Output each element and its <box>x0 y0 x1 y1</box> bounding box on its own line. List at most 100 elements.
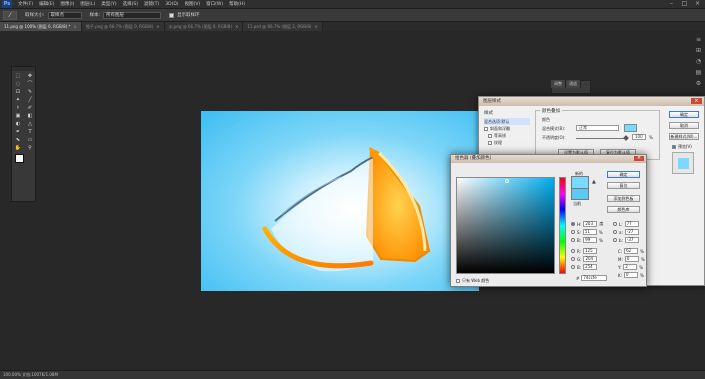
preview-checkbox[interactable] <box>672 145 676 149</box>
brightness-input[interactable]: 99 <box>583 237 598 243</box>
eyedropper-tool-icon[interactable]: ✎ <box>24 88 36 96</box>
brush-tool-icon[interactable]: ╱ <box>24 96 36 104</box>
preview-option[interactable]: 预览(V) <box>672 144 692 150</box>
saturation-radio[interactable] <box>571 230 575 234</box>
overlay-color-swatch[interactable] <box>624 124 637 132</box>
quick-select-tool-icon[interactable]: ⌒ <box>24 80 36 88</box>
zoom-tool-icon[interactable]: ⚲ <box>24 144 36 152</box>
close-icon[interactable]: × <box>691 98 702 104</box>
menu-file[interactable]: 文件(F) <box>18 1 33 7</box>
menu-view[interactable]: 视图(V) <box>185 1 201 7</box>
menu-3d[interactable]: 3D(D) <box>165 2 178 7</box>
layer-style-title[interactable]: 图层样式 <box>479 97 704 106</box>
lab-a-radio[interactable] <box>613 230 617 234</box>
hex-input[interactable]: 7dccfe <box>581 275 608 281</box>
eraser-tool-icon[interactable]: ▣ <box>12 112 24 120</box>
blur-tool-icon[interactable]: ◐ <box>12 120 24 128</box>
color-field[interactable] <box>456 177 555 274</box>
menu-filter[interactable]: 滤镜(T) <box>144 1 159 7</box>
menu-select[interactable]: 选择(S) <box>123 1 138 7</box>
gradient-tool-icon[interactable]: ◧ <box>24 112 36 120</box>
hand-tool-icon[interactable]: ✋ <box>12 144 24 152</box>
opacity-slider-handle[interactable] <box>623 135 629 141</box>
close-icon[interactable]: × <box>314 24 317 29</box>
new-style-button[interactable]: 新建样式(W)... <box>669 133 699 140</box>
color-picker-title[interactable]: 拾色器 (叠加颜色) <box>451 155 646 163</box>
hue-slider[interactable] <box>559 177 566 274</box>
web-colors-only[interactable]: 只有 Web 颜色 <box>456 278 489 284</box>
opacity-slider-track[interactable] <box>576 138 628 139</box>
menu-edit[interactable]: 编辑(E) <box>39 1 54 7</box>
ok-button[interactable]: 确定 <box>669 111 699 118</box>
lasso-tool-icon[interactable]: ◌ <box>12 80 24 88</box>
menu-help[interactable]: 帮助(H) <box>229 1 245 7</box>
close-icon[interactable]: × <box>156 24 159 29</box>
marquee-tool-icon[interactable]: ⬚ <box>12 72 24 80</box>
hue-radio[interactable] <box>571 222 575 226</box>
blue-radio[interactable] <box>571 265 575 269</box>
tab-channels[interactable]: 通道 <box>566 80 581 88</box>
add-to-swatches-button[interactable]: 添加到色板 <box>607 195 640 202</box>
magenta-input[interactable]: 0 <box>624 256 639 262</box>
crop-tool-icon[interactable]: ⊡ <box>12 88 24 96</box>
style-checkbox[interactable] <box>488 140 492 145</box>
saturation-input[interactable]: 51 <box>582 229 597 235</box>
menu-layer[interactable]: 图层(L) <box>80 1 95 7</box>
properties-panel-icon[interactable]: ⚙ <box>695 80 702 87</box>
style-item[interactable]: 斜面和浮雕 <box>484 125 530 132</box>
color-field-marker[interactable] <box>505 179 509 183</box>
close-button[interactable]: × <box>694 1 701 7</box>
color-panel-icon[interactable]: ◔ <box>695 58 702 65</box>
healing-tool-icon[interactable]: ✦ <box>12 96 24 104</box>
sample-size-select[interactable]: 取样点 <box>47 11 82 19</box>
tab-adjustments[interactable]: 调整 <box>551 80 566 88</box>
green-radio[interactable] <box>571 257 575 261</box>
panel-menu-icon[interactable]: ≡ <box>695 36 702 43</box>
lab-b-radio[interactable] <box>613 238 617 242</box>
color-libraries-button[interactable]: 颜色库 <box>607 206 640 213</box>
history-brush-icon[interactable]: ✐ <box>24 104 36 112</box>
doc-tab[interactable]: 11.png @ 100% (图层 0, RGB/8) * × <box>0 22 82 31</box>
menu-image[interactable]: 图像(I) <box>60 1 74 7</box>
document-canvas[interactable] <box>201 111 479 291</box>
doc-tab[interactable]: 橙子.png @ 66.7% (图层 0, RGB/8) × <box>81 22 165 31</box>
red-radio[interactable] <box>571 249 575 253</box>
style-checkbox[interactable] <box>488 133 492 138</box>
cancel-button[interactable]: 取消 <box>669 122 699 129</box>
black-input[interactable]: 0 <box>623 272 638 278</box>
current-color-swatch[interactable] <box>571 188 589 200</box>
minimize-button[interactable]: – <box>668 1 675 7</box>
web-colors-checkbox[interactable] <box>456 279 460 283</box>
blue-input[interactable]: 254 <box>583 264 598 270</box>
path-select-tool-icon[interactable]: ⬉ <box>12 136 24 144</box>
yellow-input[interactable]: 2 <box>623 264 638 270</box>
doc-tab[interactable]: 11.psd @ 66.7% (图层 2, RGB/8) × <box>243 22 323 31</box>
lab-b-input[interactable]: -37 <box>624 237 639 243</box>
maximize-button[interactable]: □ <box>681 1 688 7</box>
close-icon[interactable]: × <box>74 24 77 29</box>
style-checkbox[interactable] <box>484 126 488 131</box>
style-item[interactable]: 等高线 <box>484 132 530 139</box>
eyedropper-icon[interactable]: ⁄ <box>3 10 17 20</box>
cyan-input[interactable]: 62 <box>624 248 639 254</box>
grid-panel-icon[interactable]: ⊞ <box>695 47 702 54</box>
close-icon[interactable]: × <box>634 156 644 161</box>
red-input[interactable]: 125 <box>583 248 598 254</box>
type-tool-icon[interactable]: T <box>24 128 36 136</box>
dodge-tool-icon[interactable]: △ <box>24 120 36 128</box>
opacity-input[interactable]: 100 <box>632 134 646 140</box>
layers-panel-icon[interactable]: ▤ <box>695 69 702 76</box>
lab-a-input[interactable]: -27 <box>624 229 639 235</box>
close-icon[interactable]: × <box>235 24 238 29</box>
ok-button[interactable]: 确定 <box>607 171 640 178</box>
pen-tool-icon[interactable]: ✒ <box>12 128 24 136</box>
reset-button[interactable]: 复位 <box>607 182 640 189</box>
sample-select[interactable]: 所有图层 <box>103 11 162 19</box>
show-ring-checkbox[interactable] <box>169 12 175 18</box>
lab-l-input[interactable]: 77 <box>624 221 639 227</box>
menu-type[interactable]: 类型(Y) <box>101 1 116 7</box>
hue-input[interactable]: 203 <box>583 221 598 227</box>
foreground-color-swatch[interactable] <box>15 154 24 163</box>
lab-l-radio[interactable] <box>613 222 617 226</box>
blend-defaults-item[interactable]: 混合选项:默认 <box>484 118 530 125</box>
